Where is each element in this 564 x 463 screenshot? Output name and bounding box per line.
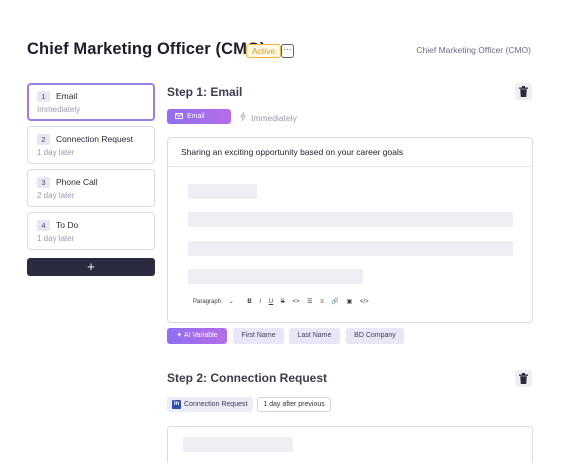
bd-company-variable-button[interactable]: BD Company bbox=[346, 328, 404, 344]
linkedin-channel-chip[interactable]: in Connection Request bbox=[167, 397, 253, 412]
content-placeholder bbox=[188, 212, 513, 227]
step-card-connection-request[interactable]: 2 Connection Request 1 day later bbox=[27, 126, 155, 164]
step2-title: Step 2: Connection Request bbox=[167, 371, 328, 385]
linkedin-icon: in bbox=[172, 400, 181, 409]
bold-button[interactable]: B bbox=[247, 299, 251, 305]
step-card-to-do[interactable]: 4 To Do 1 day later bbox=[27, 212, 155, 250]
step-number: 1 bbox=[37, 91, 50, 102]
step-number: 3 bbox=[37, 177, 50, 188]
image-icon[interactable]: ▣ bbox=[347, 298, 353, 305]
underline-button[interactable]: U bbox=[269, 299, 273, 305]
content-placeholder bbox=[188, 241, 513, 256]
step-timing: 1 day later bbox=[37, 234, 75, 243]
sparkle-icon: ✦ bbox=[176, 332, 183, 339]
email-editor[interactable]: Sharing an exciting opportunity based on… bbox=[167, 137, 533, 323]
first-name-variable-button[interactable]: First Name bbox=[233, 328, 284, 344]
email-subject[interactable]: Sharing an exciting opportunity based on… bbox=[181, 147, 403, 157]
add-step-button[interactable]: + bbox=[27, 258, 155, 276]
step1-timing-label: Immediately bbox=[251, 113, 297, 123]
delay-select[interactable]: 1 day after previous bbox=[257, 397, 331, 412]
last-name-variable-button[interactable]: Last Name bbox=[289, 328, 340, 344]
trash-icon bbox=[519, 86, 528, 97]
trash-icon bbox=[519, 373, 528, 384]
step-label: To Do bbox=[56, 220, 79, 230]
mail-icon bbox=[175, 113, 183, 119]
status-badge[interactable]: Active bbox=[246, 44, 282, 58]
italic-button[interactable]: I bbox=[259, 299, 261, 305]
content-placeholder bbox=[188, 269, 363, 284]
editor-divider bbox=[168, 166, 532, 167]
lightning-icon bbox=[240, 112, 246, 121]
step-timing: 1 day later bbox=[37, 148, 75, 157]
paragraph-label: Paragraph bbox=[193, 298, 222, 305]
step-timing: Immediately bbox=[37, 105, 81, 114]
ai-variable-label: AI Variable bbox=[183, 332, 218, 339]
editor-toolbar: Paragraph ⌄ B I U S <> ☰ ≡ 🔗 ▣ </> bbox=[193, 298, 375, 308]
step-label: Phone Call bbox=[56, 177, 98, 187]
step-card-phone-call[interactable]: 3 Phone Call 2 day later bbox=[27, 169, 155, 207]
email-channel-chip[interactable]: Email bbox=[167, 109, 231, 124]
step-label: Connection Request bbox=[56, 134, 134, 144]
ai-variable-button[interactable]: ✦ AI Variable bbox=[167, 328, 227, 344]
more-options-button[interactable]: ··· bbox=[281, 44, 294, 58]
step-number: 2 bbox=[37, 134, 50, 145]
strikethrough-button[interactable]: S bbox=[281, 299, 285, 305]
content-placeholder bbox=[188, 184, 257, 199]
email-channel-label: Email bbox=[187, 113, 205, 120]
breadcrumb: Chief Marketing Officer (CMO) bbox=[416, 45, 531, 55]
bullet-list-icon[interactable]: ☰ bbox=[307, 298, 312, 305]
link-icon[interactable]: 🔗 bbox=[331, 298, 338, 305]
step-card-email[interactable]: 1 Email Immediately bbox=[27, 83, 155, 121]
chevron-down-icon: ⌄ bbox=[228, 299, 234, 305]
step-timing: 2 day later bbox=[37, 191, 75, 200]
step1-title: Step 1: Email bbox=[167, 85, 243, 99]
content-placeholder bbox=[183, 437, 293, 452]
numbered-list-icon[interactable]: ≡ bbox=[320, 299, 324, 305]
delete-step1-button[interactable] bbox=[515, 83, 532, 100]
source-code-icon[interactable]: </> bbox=[360, 299, 369, 305]
step-label: Email bbox=[56, 91, 78, 101]
step1-timing[interactable]: Immediately bbox=[240, 112, 297, 123]
page-header: Chief Marketing Officer (CMO) Active ···… bbox=[27, 40, 537, 62]
page-title: Chief Marketing Officer (CMO) bbox=[27, 40, 266, 58]
step-number: 4 bbox=[37, 220, 50, 231]
linkedin-channel-label: Connection Request bbox=[184, 401, 248, 408]
paragraph-select[interactable]: Paragraph ⌄ bbox=[193, 298, 240, 306]
delete-step2-button[interactable] bbox=[515, 370, 532, 387]
code-button[interactable]: <> bbox=[292, 299, 299, 305]
connection-message-editor[interactable] bbox=[167, 426, 533, 463]
